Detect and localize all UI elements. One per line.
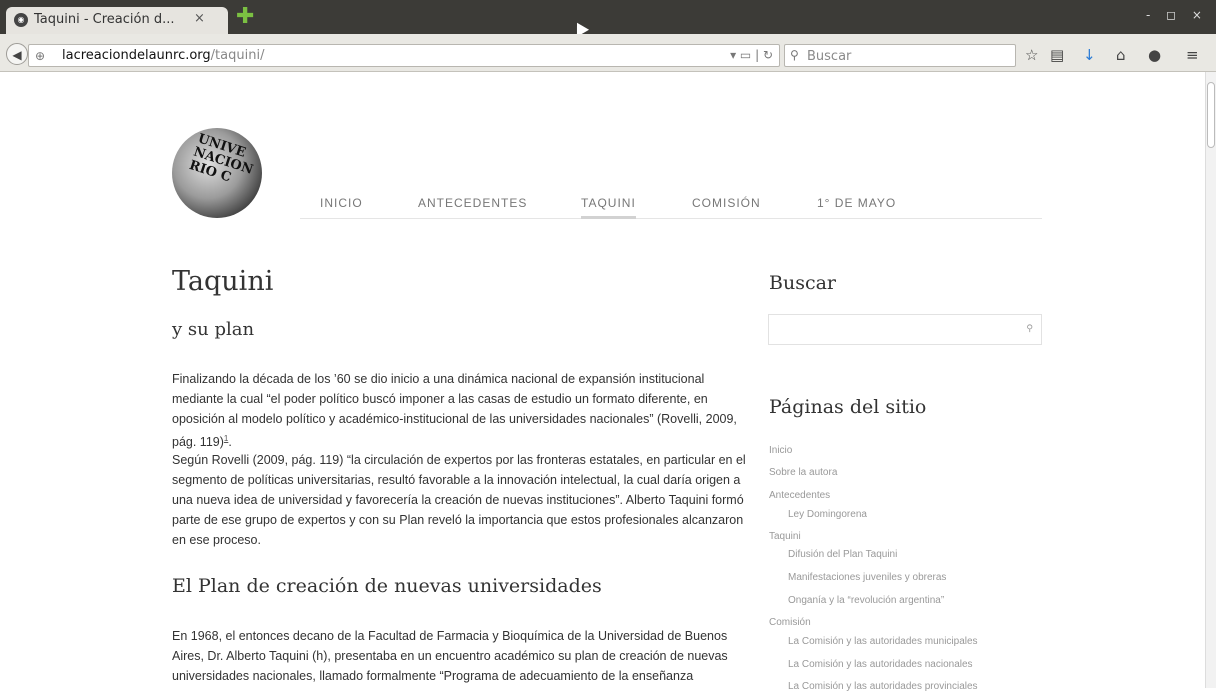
downloads-icon[interactable]: ↓ [1083, 46, 1096, 64]
nav-taquini[interactable]: TAQUINI [581, 196, 636, 219]
sidebar-item-sobre-la-autora[interactable]: Sobre la autora [769, 467, 837, 478]
sidebar-item-label: Manifestaciones juveniles y obreras [788, 572, 947, 583]
home-icon[interactable]: ⌂ [1116, 46, 1126, 64]
sidebar-item-label: Difusión del Plan Taquini [788, 549, 898, 560]
scroll-thumb[interactable] [1207, 82, 1215, 148]
page-title: Taquini [172, 266, 274, 297]
sidebar-item-label: Comisión [769, 617, 811, 628]
sidebar-item-ley-domingorena[interactable]: Ley Domingorena [788, 509, 867, 520]
sidebar-item-label: Taquini [769, 531, 801, 542]
sidebar-item-label: Onganía y la “revolución argentina” [788, 595, 945, 606]
sidebar-item-label: La Comisión y las autoridades municipale… [788, 636, 978, 647]
page-subtitle: y su plan [172, 319, 255, 340]
chat-icon[interactable]: ● [1148, 46, 1161, 64]
bookmarks-list-icon[interactable]: ▤ [1050, 46, 1064, 64]
url-path: /taquini/ [210, 48, 265, 63]
sidebar-item-taquini[interactable]: Taquini [769, 531, 801, 542]
paragraph-1-text: Finalizando la década de los ’60 se dio … [172, 372, 737, 450]
menu-icon[interactable]: ≡ [1186, 46, 1199, 64]
sidebar-item-ongania[interactable]: Onganía y la “revolución argentina” [788, 595, 944, 606]
browser-nav-bar: ◀ ⊕ lacreaciondelaunrc.org/taquini/ ▾ ▭ … [0, 34, 1216, 72]
url-bar[interactable]: ⊕ lacreaciondelaunrc.org/taquini/ ▾ ▭ | … [28, 44, 780, 67]
url-domain: lacreaciondelaunrc.org [62, 48, 211, 63]
sidebar-item-inicio[interactable]: Inicio [769, 445, 792, 456]
sidebar-item-label: La Comisión y las autoridades provincial… [788, 681, 978, 692]
sidebar-item-label: Ley Domingorena [788, 509, 867, 520]
sidebar-item-antecedentes[interactable]: Antecedentes [769, 490, 830, 501]
sidebar-search-input[interactable]: ⚲ [768, 314, 1042, 345]
back-button[interactable]: ◀ [6, 43, 28, 65]
sidebar-item-comision-nacionales[interactable]: La Comisión y las autoridades nacionales [788, 659, 973, 670]
reader-view-icon[interactable]: ▭ [740, 48, 751, 62]
nav-antecedentes[interactable]: ANTECEDENTES [418, 196, 527, 210]
article-paragraph-3: En 1968, el entonces decano de la Facult… [172, 629, 728, 683]
search-placeholder: Buscar [807, 49, 852, 64]
nav-inicio[interactable]: INICIO [320, 196, 363, 210]
tab-title: Taquini - Creación d... [34, 12, 175, 27]
new-tab-icon[interactable]: ✚ [236, 6, 254, 28]
sidebar-item-manifestaciones[interactable]: Manifestaciones juveniles y obreras [788, 572, 946, 583]
article-paragraph-2: Según Rovelli (2009, pág. 119) “la circu… [172, 453, 746, 547]
reload-icon[interactable]: ↻ [763, 48, 773, 62]
url-tools: ▾ ▭ | ↻ [730, 48, 773, 62]
sidebar-item-label: Antecedentes [769, 490, 831, 501]
sidebar-item-difusion[interactable]: Difusión del Plan Taquini [788, 549, 897, 560]
section-heading: El Plan de creación de nuevas universida… [172, 575, 602, 597]
university-logo[interactable]: UNIVE NACION RIO C [172, 128, 262, 218]
browser-tab[interactable]: ◉ Taquini - Creación d... × [6, 7, 228, 34]
nav-1-de-mayo[interactable]: 1° DE MAYO [817, 196, 896, 210]
browser-tab-bar: ◉ Taquini - Creación d... × ✚ - ◻ × [0, 0, 1216, 37]
sidebar-item-comision[interactable]: Comisión [769, 617, 811, 628]
site-nav: INICIO ANTECEDENTES TAQUINI COMISIÓN 1° … [300, 196, 1042, 219]
bookmark-star-icon[interactable]: ☆ [1025, 46, 1038, 64]
article-paragraph-1: Finalizando la década de los ’60 se dio … [172, 369, 752, 452]
search-bar[interactable]: ⚲ Buscar [784, 44, 1016, 67]
window-controls[interactable]: - ◻ × [1146, 8, 1208, 22]
site-favicon-icon: ◉ [14, 13, 28, 27]
sidebar-item-comision-provinciales[interactable]: La Comisión y las autoridades provincial… [788, 681, 978, 692]
search-icon[interactable]: ⚲ [1026, 324, 1033, 334]
globe-icon: ⊕ [35, 49, 46, 63]
sidebar-item-label: Inicio [769, 445, 793, 456]
paragraph-1-end: . [228, 435, 232, 450]
logo-lettering: UNIVE NACION RIO C [187, 131, 255, 186]
sidebar-search-heading: Buscar [769, 272, 837, 294]
sidebar-item-label: Sobre la autora [769, 467, 838, 478]
dropdown-arrow-icon[interactable]: ▾ [730, 48, 736, 62]
sidebar-item-label: La Comisión y las autoridades nacionales [788, 659, 973, 670]
sidebar-pages-heading: Páginas del sitio [769, 396, 927, 418]
url-text[interactable]: lacreaciondelaunrc.org/taquini/ [62, 48, 264, 63]
nav-comision[interactable]: COMISIÓN [692, 196, 761, 210]
sidebar-item-comision-municipales[interactable]: La Comisión y las autoridades municipale… [788, 636, 978, 647]
close-tab-icon[interactable]: × [194, 11, 205, 26]
scrollbar[interactable] [1205, 72, 1216, 688]
search-icon: ⚲ [790, 48, 799, 62]
